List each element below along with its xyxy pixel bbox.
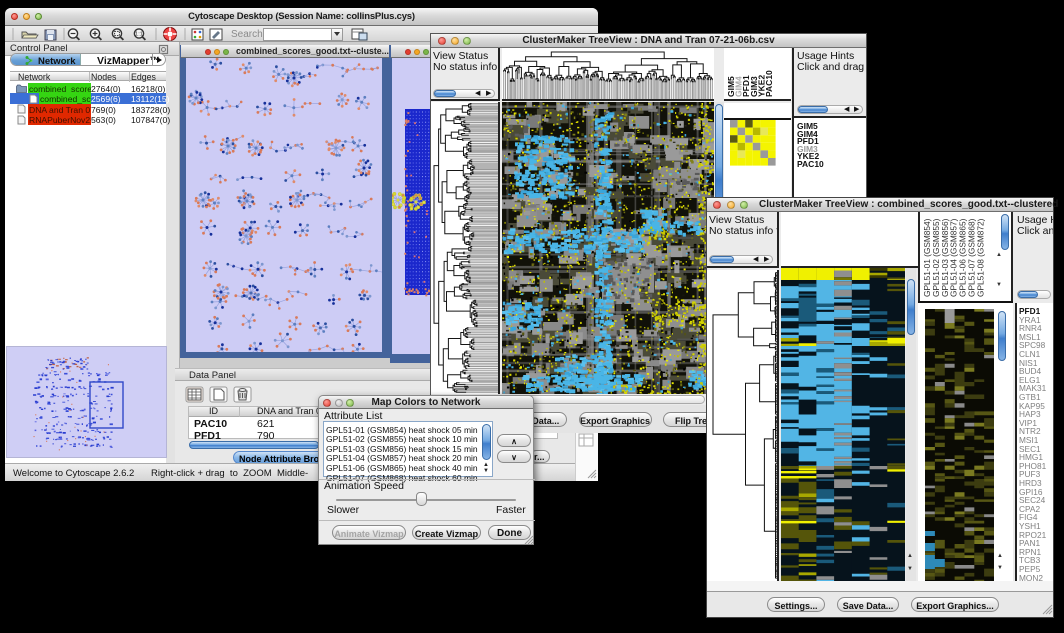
svg-text:GPL51-08 (GSM872): GPL51-08 (GSM872)	[975, 218, 985, 297]
svg-text:1:1: 1:1	[135, 32, 143, 38]
svg-text:PAC10: PAC10	[764, 70, 774, 97]
